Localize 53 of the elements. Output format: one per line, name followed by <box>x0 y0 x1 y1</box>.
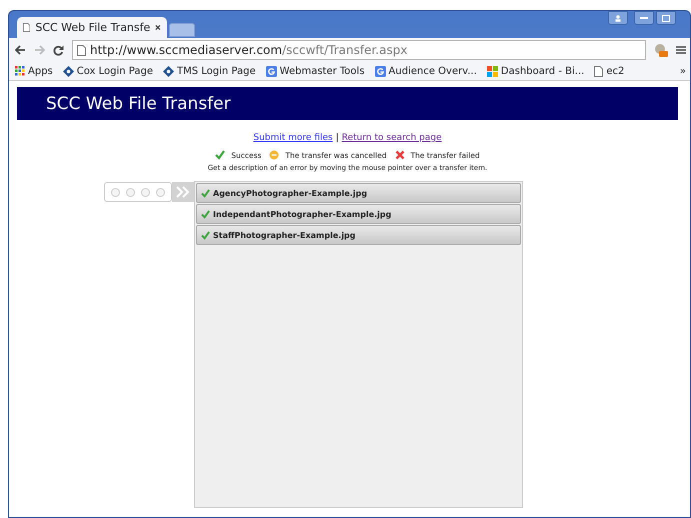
url-text: http://www.sccmediaserver.com/sccwft/Transfer.aspx <box>90 43 408 57</box>
g-square-icon <box>374 66 386 76</box>
grid-icon <box>15 66 25 76</box>
maximize-button[interactable] <box>656 11 676 25</box>
bookmark-item[interactable]: ec2 <box>594 66 624 76</box>
expand-button[interactable] <box>172 182 194 202</box>
minimize-icon <box>640 16 648 20</box>
transfer-item[interactable]: AgencyPhotographer-Example.jpg <box>196 183 521 203</box>
forward-icon[interactable] <box>34 45 45 55</box>
bookmark-item[interactable]: Dashboard - Bi... <box>486 66 584 76</box>
more-bookmarks[interactable]: » <box>680 66 686 76</box>
play-button[interactable] <box>141 188 150 196</box>
g-square-icon <box>266 66 277 76</box>
page-icon <box>594 66 604 76</box>
transfer-item[interactable]: IndependantPhotographer-Example.jpg <box>196 204 521 224</box>
header-title: SCC Web File Transfer <box>46 94 231 114</box>
four-squares-icon <box>486 66 498 76</box>
eject-button[interactable] <box>156 188 165 196</box>
close-icon[interactable] <box>155 24 161 31</box>
bookmark-item[interactable]: TMS Login Page <box>163 66 256 76</box>
diamond-icon <box>62 66 74 76</box>
page-icon <box>23 22 30 33</box>
browser-tab[interactable]: SCC Web File Transfe <box>17 17 167 38</box>
user-button[interactable] <box>608 11 628 25</box>
stop-button[interactable] <box>111 188 120 196</box>
bookmark-item[interactable]: Apps <box>15 66 53 76</box>
file-name: IndependantPhotographer-Example.jpg <box>213 210 392 218</box>
double-chevron-icon <box>175 186 191 198</box>
check-icon <box>215 150 226 160</box>
reload-icon[interactable] <box>53 44 64 56</box>
separator: | <box>336 133 339 143</box>
minus-circle-icon <box>269 150 280 160</box>
maximize-icon <box>662 14 670 22</box>
file-name: AgencyPhotographer-Example.jpg <box>213 188 368 198</box>
user-icon <box>615 14 621 22</box>
tab-title: SCC Web File Transfe <box>35 21 150 34</box>
extension-icon[interactable] <box>654 42 668 58</box>
page-icon <box>77 44 86 56</box>
back-icon[interactable] <box>15 45 26 55</box>
bookmark-item[interactable]: Cox Login Page <box>62 66 154 76</box>
bookmark-item[interactable]: Audience Overv... <box>374 66 477 76</box>
link[interactable]: Return to search page <box>342 133 442 143</box>
file-name: StaffPhotographer-Example.jpg <box>213 230 356 240</box>
minimize-button[interactable] <box>634 11 654 25</box>
cross-icon <box>394 150 405 160</box>
pause-button[interactable] <box>126 188 135 196</box>
bookmark-item[interactable]: Webmaster Tools <box>266 66 365 76</box>
menu-icon[interactable] <box>676 45 686 55</box>
address-bar[interactable]: http://www.sccmediaserver.com/sccwft/Transfer.aspx <box>72 40 646 60</box>
diamond-icon <box>163 66 174 76</box>
link[interactable]: Submit more files <box>253 133 333 143</box>
new-tab-button[interactable] <box>169 23 195 37</box>
transfer-item[interactable]: StaffPhotographer-Example.jpg <box>196 225 521 245</box>
